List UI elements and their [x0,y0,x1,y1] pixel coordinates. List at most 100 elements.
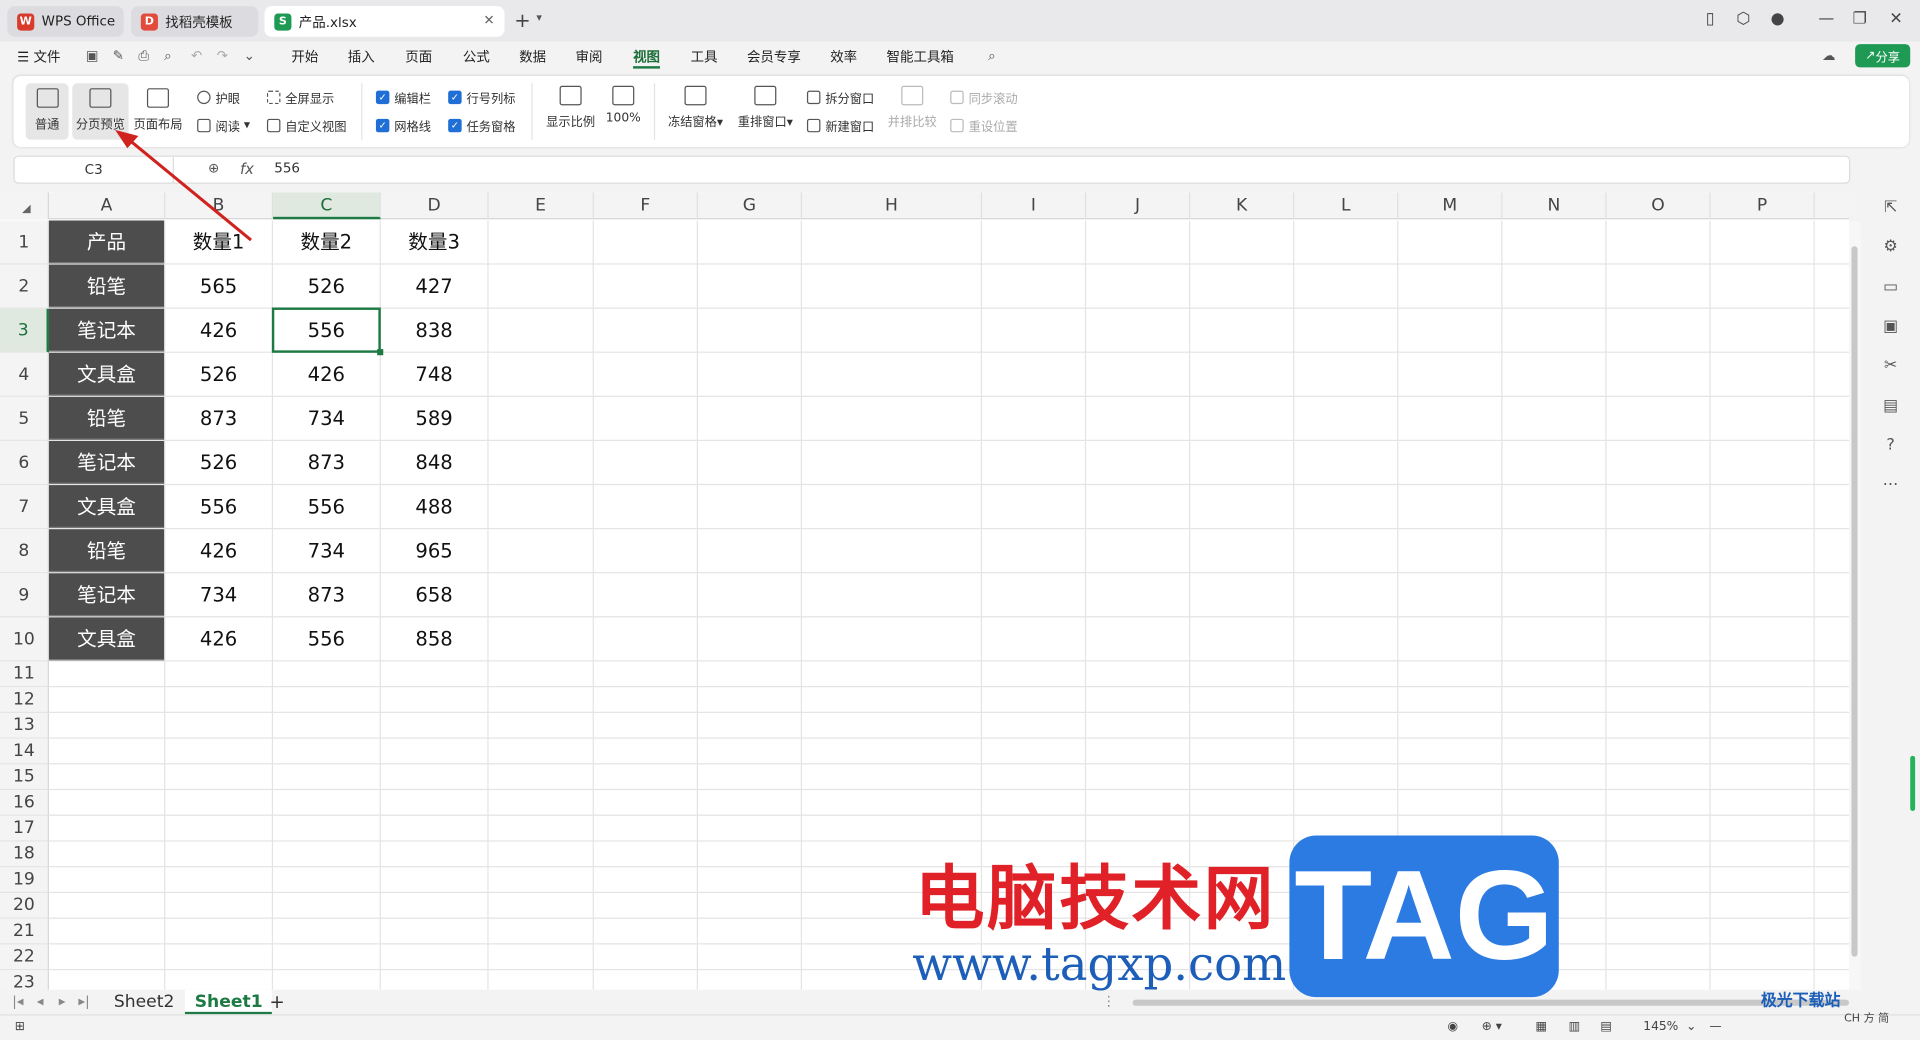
data-cell[interactable]: 488 [381,485,488,528]
macro-icon[interactable]: ⊞ [15,1020,25,1033]
data-cell[interactable]: 556 [273,617,380,660]
menu-formula[interactable]: 公式 [463,47,490,67]
data-cell[interactable]: 748 [381,353,488,396]
chevron-down-icon[interactable]: ⌄ [1686,1020,1696,1033]
page-break-preview-button[interactable]: 分页预览 [72,83,129,140]
page-break-icon[interactable]: ▤ [1600,1020,1612,1033]
data-cell[interactable]: 526 [273,265,380,308]
data-cell[interactable]: 526 [165,353,272,396]
sheet-tab-sheet2[interactable]: Sheet2 [104,990,184,1015]
data-cell[interactable]: 589 [381,397,488,440]
data-cell[interactable]: 873 [273,441,380,484]
data-cell[interactable]: 426 [165,529,272,572]
eye-icon[interactable]: ◉ [1447,1020,1458,1033]
add-sheet-icon[interactable]: + [260,990,295,1015]
row-header-23[interactable]: 23 [0,970,49,990]
print-icon[interactable]: ⎙ [138,48,149,65]
page-layout-icon[interactable]: ▥ [1569,1020,1581,1033]
custom-view-button[interactable]: 自定义视图 [266,116,347,135]
data-cell[interactable]: 铅笔 [48,264,165,308]
data-cell[interactable]: 734 [273,397,380,440]
column-header-f[interactable]: F [594,192,698,220]
row-header-4[interactable]: 4 [0,352,49,397]
row-header-11[interactable]: 11 [0,661,49,688]
data-cell[interactable]: 838 [381,309,488,352]
column-header-p[interactable]: P [1711,192,1815,220]
layout-icon[interactable]: ▯ [1706,10,1715,28]
row-header-2[interactable]: 2 [0,264,49,309]
vertical-scrollbar[interactable] [1848,221,1862,990]
menu-efficiency[interactable]: 效率 [830,47,857,67]
task-pane-checkbox[interactable]: ✓ 任务窗格 [448,116,516,135]
horizontal-scroll-thumb[interactable] [1132,999,1849,1006]
menu-view[interactable]: 视图 [633,47,660,67]
data-cell[interactable]: 658 [381,573,488,616]
help-icon[interactable]: ? [1881,436,1901,456]
column-header-m[interactable]: M [1398,192,1503,220]
rearrange-windows-button[interactable]: 重排窗口▾ [733,85,797,130]
new-tab-icon[interactable]: + [514,9,530,32]
locate-icon[interactable]: ⊕ ▾ [1482,1020,1502,1033]
header-cell[interactable]: 数量3 [381,221,488,264]
column-header-n[interactable]: N [1502,192,1607,220]
analytics-icon[interactable]: ▣ [1881,317,1901,337]
row-header-1[interactable]: 1 [0,220,49,265]
data-cell[interactable]: 965 [381,529,488,572]
row-header-16[interactable]: 16 [0,790,49,816]
column-header-d[interactable]: D [381,192,489,220]
data-cell[interactable]: 426 [165,309,272,352]
redo-icon[interactable]: ↷ [217,48,228,64]
chevron-down-icon[interactable]: ▾ [536,12,542,24]
row-header-6[interactable]: 6 [0,441,49,486]
row-header-9[interactable]: 9 [0,573,49,618]
share-button[interactable]: ↗ 分享 [1855,44,1911,68]
split-window-button[interactable]: 拆分窗口 [806,88,874,107]
avatar[interactable]: ● [1771,10,1785,28]
eye-care-button[interactable]: 护眼 [197,88,240,107]
side-by-side-button[interactable]: 并排比较 [885,85,939,130]
data-cell[interactable]: 铅笔 [48,396,165,440]
column-header-e[interactable]: E [489,192,594,220]
zoom-level[interactable]: 145% [1643,1020,1678,1033]
row-header-22[interactable]: 22 [0,944,49,971]
row-header-14[interactable]: 14 [0,738,49,765]
data-cell[interactable]: 铅笔 [48,529,165,573]
data-cell[interactable]: 526 [165,441,272,484]
restore-icon[interactable]: ❐ [1853,10,1867,28]
window-close-icon[interactable]: ✕ [1889,10,1902,28]
row-header-18[interactable]: 18 [0,841,49,868]
data-cell[interactable]: 笔记本 [48,308,165,352]
save-icon[interactable]: ▣ [86,48,99,64]
cube-icon[interactable]: ⬡ [1736,10,1750,28]
close-icon[interactable]: ✕ [483,12,494,28]
row-header-5[interactable]: 5 [0,396,49,441]
scroll-thumb[interactable] [1851,246,1858,957]
column-header-g[interactable]: G [698,192,803,220]
reading-button[interactable]: 阅读 ▾ [197,116,250,135]
row-col-headers-checkbox[interactable]: ✓ 行号列标 [448,88,516,107]
menu-tools[interactable]: 工具 [691,47,718,67]
freeze-panes-button[interactable]: 冻结窗格▾ [662,85,728,130]
data-cell[interactable]: 文具盒 [48,352,165,396]
header-cell[interactable]: 数量1 [165,221,272,264]
last-sheet-icon[interactable]: ▸| [78,993,89,1009]
data-cell[interactable]: 笔记本 [48,441,165,484]
row-header-13[interactable]: 13 [0,712,49,739]
new-window-button[interactable]: 新建窗口 [806,116,874,135]
row-header-20[interactable]: 20 [0,893,49,919]
tab-wps-office[interactable]: W WPS Office [7,6,124,37]
data-cell[interactable]: 556 [273,485,380,528]
row-header-19[interactable]: 19 [0,867,49,894]
data-cell[interactable]: 873 [165,397,272,440]
tab-docer[interactable]: D 找稻壳模板 [131,6,259,37]
row-header-7[interactable]: 7 [0,485,49,530]
data-cell[interactable]: 文具盒 [48,617,165,661]
next-sheet-icon[interactable]: ▸ [59,993,66,1009]
data-cell[interactable]: 426 [165,617,272,660]
data-cell[interactable]: 426 [273,353,380,396]
data-cell[interactable]: 565 [165,265,272,308]
row-header-10[interactable]: 10 [0,617,49,662]
fx-icon[interactable]: fx [240,160,254,177]
chevron-down-icon[interactable]: ⌄ [244,48,255,64]
formula-input[interactable]: 556 [274,160,300,176]
